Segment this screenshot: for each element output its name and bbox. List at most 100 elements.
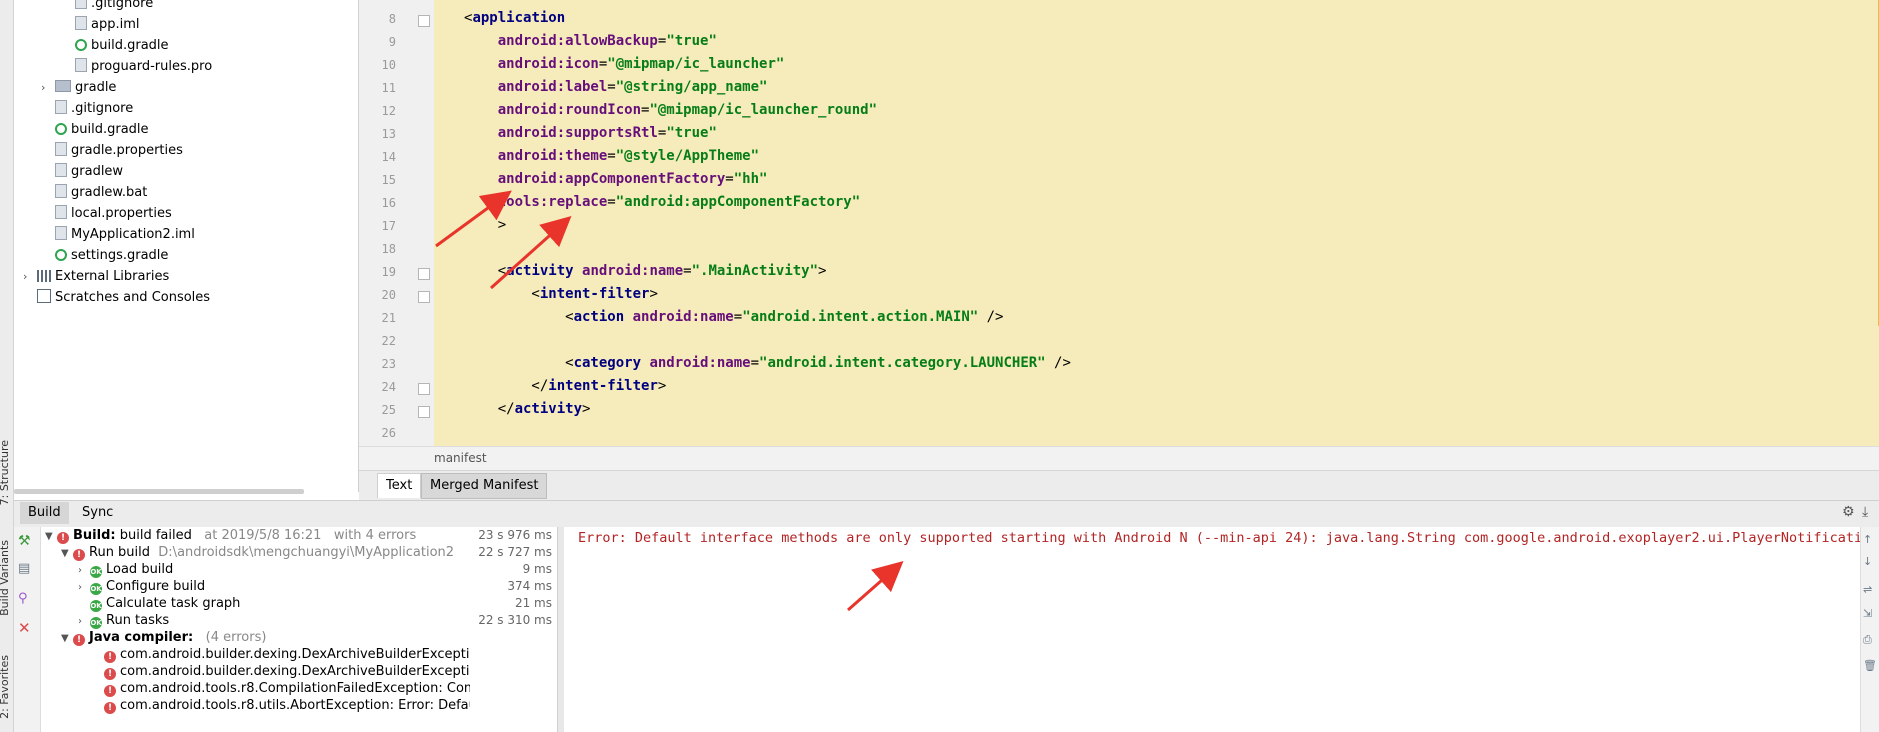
tree-item[interactable]: proguard-rules.pro [75, 56, 212, 77]
tree-item[interactable]: Scratches and Consoles [37, 287, 210, 308]
arrow-up-icon[interactable]: ↑ [1863, 534, 1876, 545]
code-line[interactable]: <activity android:name=".MainActivity"> [464, 263, 827, 279]
code-line[interactable]: tools:replace="android:appComponentFacto… [464, 194, 860, 210]
code-line[interactable]: </intent-filter> [464, 378, 666, 394]
tree-horizontal-scrollbar[interactable] [14, 489, 304, 494]
code-line[interactable]: <intent-filter> [464, 286, 657, 302]
build-step-row[interactable]: › OK Load build [78, 561, 173, 578]
tree-item[interactable]: build.gradle [75, 35, 169, 56]
build-error-row[interactable]: ! com.android.builder.dexing.DexArchiveBu… [104, 663, 470, 680]
scroll-to-end-icon[interactable]: ⇲ [1863, 608, 1876, 619]
toggle-view-icon[interactable]: ▤ [18, 561, 30, 576]
code-line[interactable]: <application [464, 10, 565, 26]
line-number: 12 [381, 104, 396, 118]
code-line[interactable]: <action android:name="android.intent.act… [464, 309, 1003, 325]
fold-marker-icon[interactable] [418, 15, 430, 27]
breadcrumb[interactable]: manifest [434, 451, 487, 465]
tree-item[interactable]: build.gradle [55, 119, 149, 140]
error-icon: ! [73, 549, 85, 561]
code-line[interactable]: android:icon="@mipmap/ic_launcher" [464, 56, 785, 72]
tab-text[interactable]: Text [377, 473, 422, 498]
build-step-label: Load build [106, 562, 174, 577]
build-step-row[interactable]: › OK Configure build [78, 578, 205, 595]
chevron-right-icon[interactable]: › [78, 579, 90, 596]
arrow-down-icon[interactable]: ↓ [1863, 556, 1876, 567]
tree-item[interactable]: › gradle [41, 77, 116, 98]
structure-tab[interactable]: 7: Structure [0, 440, 11, 505]
code-line[interactable]: android:allowBackup="true" [464, 33, 717, 49]
tree-item[interactable]: local.properties [55, 203, 172, 224]
code-line[interactable]: android:roundIcon="@mipmap/ic_launcher_r… [464, 102, 877, 118]
tab-merged-manifest[interactable]: Merged Manifest [421, 473, 548, 499]
build-error-row[interactable]: ! com.android.builder.dexing.DexArchiveBu… [104, 646, 470, 663]
pin-icon[interactable]: ⚲ [18, 591, 28, 606]
tab-build[interactable]: Build [20, 502, 69, 524]
chevron-right-icon[interactable]: › [23, 266, 37, 287]
code-line[interactable]: </activity> [464, 401, 591, 417]
tree-item[interactable]: .gitignore [55, 98, 133, 119]
code-token: "android.intent.action.MAIN" [742, 309, 979, 325]
gear-icon[interactable]: ⚙ [1842, 504, 1855, 520]
tree-item[interactable]: gradlew [55, 161, 123, 182]
tree-item[interactable]: gradle.properties [55, 140, 183, 161]
chevron-right-icon[interactable]: › [78, 613, 90, 630]
build-step-row[interactable]: OK Calculate task graph [78, 595, 240, 612]
code-token: "@style/AppTheme" [615, 148, 760, 164]
tree-item[interactable]: MyApplication2.iml [55, 224, 195, 245]
code-line[interactable]: android:appComponentFactory="hh" [464, 171, 768, 187]
tree-item[interactable]: gradlew.bat [55, 182, 147, 203]
java-compiler-row[interactable]: ▼! Java compiler: (4 errors) [61, 629, 266, 646]
close-icon[interactable]: ✕ [18, 619, 31, 637]
fold-marker-icon[interactable] [418, 383, 430, 395]
fold-marker-icon[interactable] [418, 291, 430, 303]
chevron-right-icon[interactable]: › [78, 562, 90, 579]
code-token: activity [506, 263, 583, 279]
code-line[interactable]: <category android:name="android.intent.c… [464, 355, 1071, 371]
code-line[interactable]: android:theme="@style/AppTheme" [464, 148, 759, 164]
build-step-label: Run tasks [106, 613, 170, 628]
error-icon: ! [104, 685, 116, 697]
code-token: < [464, 263, 507, 279]
code-token: "true" [666, 33, 717, 49]
chevron-down-icon[interactable]: ▼ [45, 528, 57, 545]
tree-item[interactable]: app.iml [75, 14, 140, 35]
left-tool-strip: 7: Structure Build Variants 2: Favorites [0, 0, 14, 732]
tree-item[interactable]: .gitignore [75, 0, 153, 14]
fold-marker-icon[interactable] [418, 268, 430, 280]
chevron-down-icon[interactable]: ▼ [61, 630, 73, 647]
tree-item-label: Scratches and Consoles [55, 290, 211, 305]
tree-item-label: proguard-rules.pro [91, 59, 213, 74]
build-root-row[interactable]: ▼! Build: build failed at 2019/5/8 16:21 … [45, 527, 416, 544]
tree-item-label: app.iml [91, 17, 140, 32]
chevron-right-icon[interactable]: › [41, 77, 55, 98]
fold-marker-icon[interactable] [418, 406, 430, 418]
build-variants-tab[interactable]: Build Variants [0, 540, 11, 616]
line-number: 22 [381, 334, 396, 348]
tree-item[interactable]: settings.gradle [55, 245, 168, 266]
trash-icon[interactable]: 🗑 [1863, 660, 1877, 671]
success-icon: OK [90, 600, 102, 612]
soft-wrap-icon[interactable]: ⇌ [1863, 584, 1876, 595]
favorites-tab[interactable]: 2: Favorites [0, 655, 11, 719]
code-line[interactable]: > [464, 217, 506, 233]
hammer-icon[interactable]: ⚒ [18, 533, 31, 549]
tab-sync[interactable]: Sync [74, 502, 121, 524]
success-icon: OK [90, 566, 102, 578]
chevron-down-icon[interactable]: ▼ [61, 545, 73, 562]
console-error-text[interactable]: Error: Default interface methods are onl… [578, 530, 1863, 546]
build-error-row[interactable]: ! com.android.tools.r8.utils.AbortExcepti… [104, 697, 470, 714]
code-line[interactable]: android:supportsRtl="true" [464, 125, 717, 141]
print-icon[interactable]: ⎙ [1863, 634, 1876, 645]
code-token: = [733, 309, 743, 325]
hide-panel-icon[interactable]: ⤓ [1862, 504, 1868, 520]
tree-item[interactable]: › External Libraries [23, 266, 169, 287]
run-build-row[interactable]: ▼! Run build D:\androidsdk\mengchuangyi\M… [61, 544, 454, 561]
editor-bottom-tabs [359, 470, 1879, 501]
build-error-row[interactable]: ! com.android.tools.r8.CompilationFailedE… [104, 680, 470, 697]
file-icon [55, 100, 67, 114]
line-number: 17 [381, 219, 396, 233]
code-line[interactable]: android:label="@string/app_name" [464, 79, 768, 95]
file-icon [55, 163, 67, 177]
build-step-row[interactable]: › OK Run tasks [78, 612, 169, 629]
build-error-label: com.android.builder.dexing.DexArchiveBui… [120, 647, 470, 662]
